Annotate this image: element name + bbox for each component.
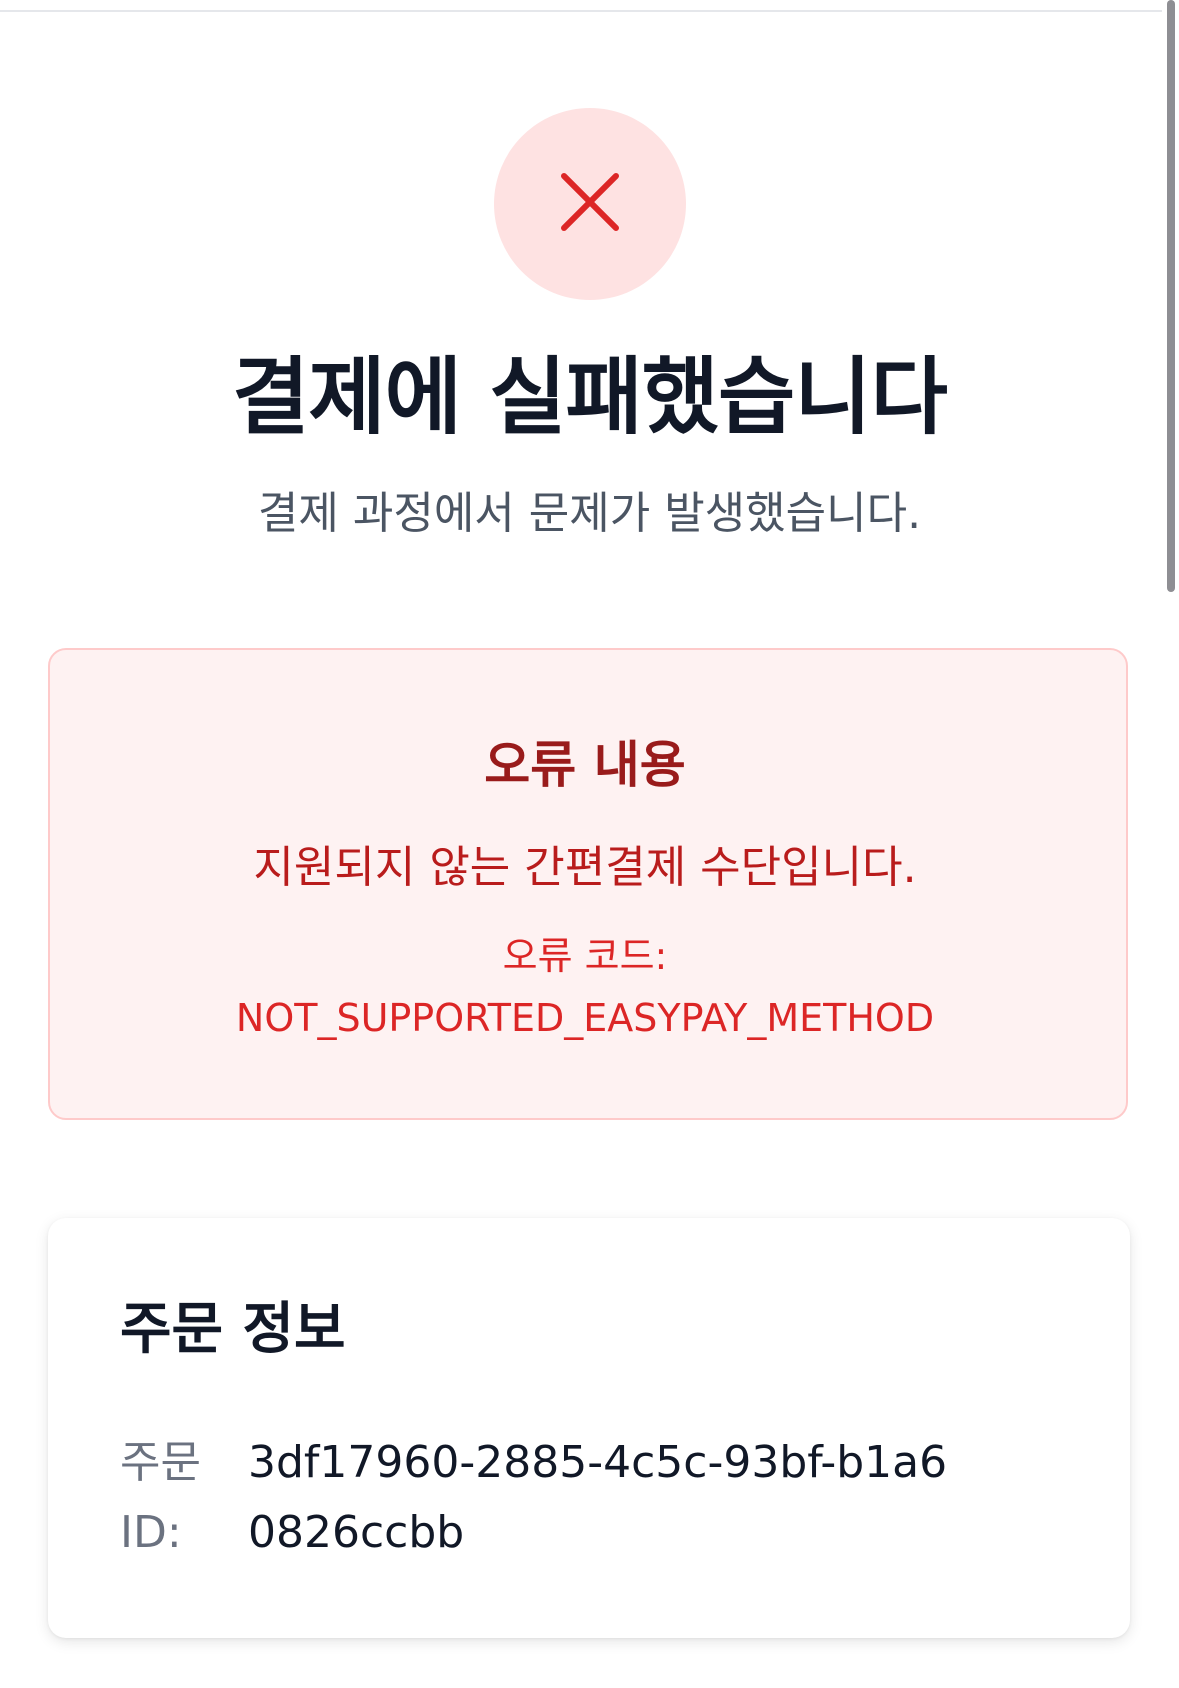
scrollbar-thumb[interactable] bbox=[1167, 0, 1175, 592]
top-divider bbox=[0, 0, 1162, 12]
error-code-value: NOT_SUPPORTED_EASYPAY_METHOD bbox=[235, 996, 935, 1040]
page-subtitle: 결제 과정에서 문제가 발생했습니다. bbox=[257, 488, 922, 539]
order-id-label: 주문 ID: bbox=[120, 1437, 201, 1558]
page-title: 결제에 실패했습니다 bbox=[232, 348, 948, 446]
error-code-label: 오류 코드: bbox=[502, 934, 668, 978]
close-icon bbox=[558, 170, 622, 238]
order-info-heading: 주문 정보 bbox=[120, 1297, 346, 1362]
fail-status-badge bbox=[494, 108, 686, 300]
payment-fail-page: 결제에 실패했습니다 결제 과정에서 문제가 발생했습니다. 오류 내용 지원되… bbox=[0, 0, 1170, 1688]
scrollbar[interactable] bbox=[1167, 0, 1175, 1688]
error-message: 지원되지 않는 간편결제 수단입니다. bbox=[253, 842, 917, 893]
order-id-value: 3df17960-2885-4c5c-93bf-b1a60826ccbb bbox=[248, 1437, 948, 1558]
error-heading: 오류 내용 bbox=[484, 736, 686, 794]
